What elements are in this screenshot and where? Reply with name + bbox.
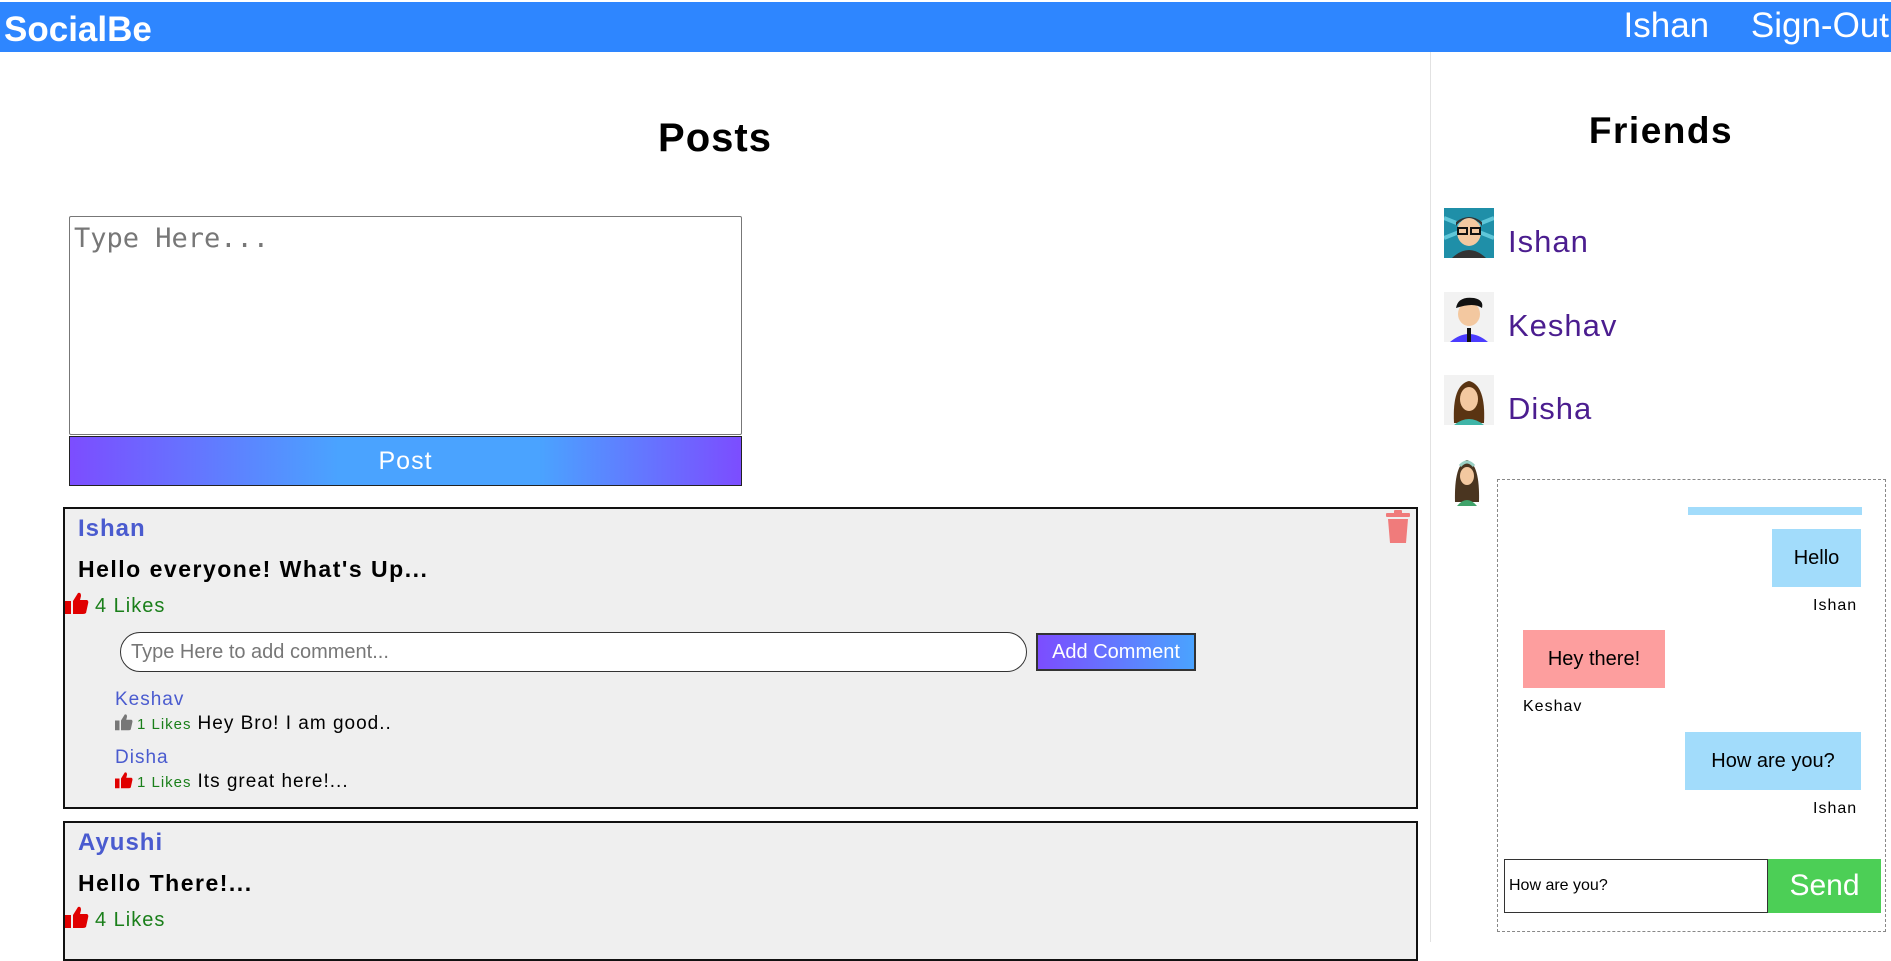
comment-text: Its great here!... bbox=[197, 771, 349, 792]
trash-icon[interactable] bbox=[1384, 509, 1412, 550]
post-likes-count: 4 Likes bbox=[95, 909, 166, 931]
nav-user-link[interactable]: Ishan bbox=[1624, 6, 1710, 45]
post-author[interactable]: Ayushi bbox=[78, 829, 163, 857]
chat-message: Hey there! bbox=[1523, 630, 1665, 688]
posts-heading: Posts bbox=[658, 116, 772, 160]
comment-input[interactable]: Type Here to add comment... bbox=[120, 632, 1027, 672]
post-likes-count: 4 Likes bbox=[95, 595, 166, 617]
thumbs-up-icon[interactable] bbox=[115, 771, 133, 789]
post-likes: 4 Likes bbox=[65, 591, 165, 618]
comment-line: 1 Likes Hey Bro! I am good.. bbox=[115, 713, 392, 735]
post-content: Hello There!... bbox=[78, 870, 253, 896]
chat-input[interactable]: How are you? bbox=[1504, 859, 1768, 913]
new-post-textarea[interactable]: Type Here... bbox=[69, 216, 742, 435]
post-card: Ayushi Hello There!... 4 Likes bbox=[63, 821, 1418, 961]
comment-text: Hey Bro! I am good.. bbox=[197, 713, 392, 734]
send-button[interactable]: Send bbox=[1768, 859, 1881, 913]
thumbs-up-icon[interactable] bbox=[65, 591, 89, 615]
chat-sender: Keshav bbox=[1523, 698, 1583, 715]
chat-sender: Ishan bbox=[1813, 597, 1858, 614]
friend-name[interactable]: Ishan bbox=[1508, 224, 1589, 260]
column-divider bbox=[1430, 52, 1431, 942]
post-likes: 4 Likes bbox=[65, 905, 165, 932]
chat-sender: Ishan bbox=[1813, 800, 1858, 817]
post-content: Hello everyone! What's Up... bbox=[78, 556, 429, 582]
chat-message: How are you? bbox=[1685, 732, 1861, 790]
thumbs-up-icon[interactable] bbox=[115, 713, 133, 731]
post-card: Ishan Hello everyone! What's Up... 4 Lik… bbox=[63, 507, 1418, 809]
nav-signout-link[interactable]: Sign-Out bbox=[1751, 6, 1889, 45]
comment-likes: 1 Likes bbox=[137, 716, 192, 733]
comment-item: Keshav 1 Likes Hey Bro! I am good.. bbox=[115, 689, 392, 735]
thumbs-up-icon[interactable] bbox=[65, 905, 89, 929]
post-author[interactable]: Ishan bbox=[78, 515, 146, 543]
comment-item: Disha 1 Likes Its great here!... bbox=[115, 747, 349, 793]
avatar-icon bbox=[1444, 208, 1494, 258]
friend-name[interactable]: Disha bbox=[1508, 391, 1592, 427]
post-button[interactable]: Post bbox=[69, 436, 742, 486]
comment-author[interactable]: Disha bbox=[115, 747, 349, 769]
chat-message: Hello bbox=[1772, 529, 1861, 587]
friends-heading: Friends bbox=[1588, 110, 1734, 151]
chat-window: Hello Ishan Hey there! Keshav How are yo… bbox=[1497, 479, 1886, 932]
chat-header-bar bbox=[1688, 507, 1862, 515]
navbar-right: Ishan Sign-Out bbox=[1592, 6, 1889, 46]
top-navbar: SocialBe Ishan Sign-Out bbox=[0, 2, 1891, 52]
avatar-icon bbox=[1444, 375, 1494, 425]
comment-author[interactable]: Keshav bbox=[115, 689, 392, 711]
comment-likes: 1 Likes bbox=[137, 774, 192, 791]
avatar-icon bbox=[1452, 456, 1482, 506]
add-comment-button[interactable]: Add Comment bbox=[1036, 633, 1196, 671]
comment-line: 1 Likes Its great here!... bbox=[115, 771, 349, 793]
friend-name[interactable]: Keshav bbox=[1508, 308, 1617, 344]
avatar-icon bbox=[1444, 292, 1494, 342]
brand-logo[interactable]: SocialBe bbox=[4, 10, 152, 50]
